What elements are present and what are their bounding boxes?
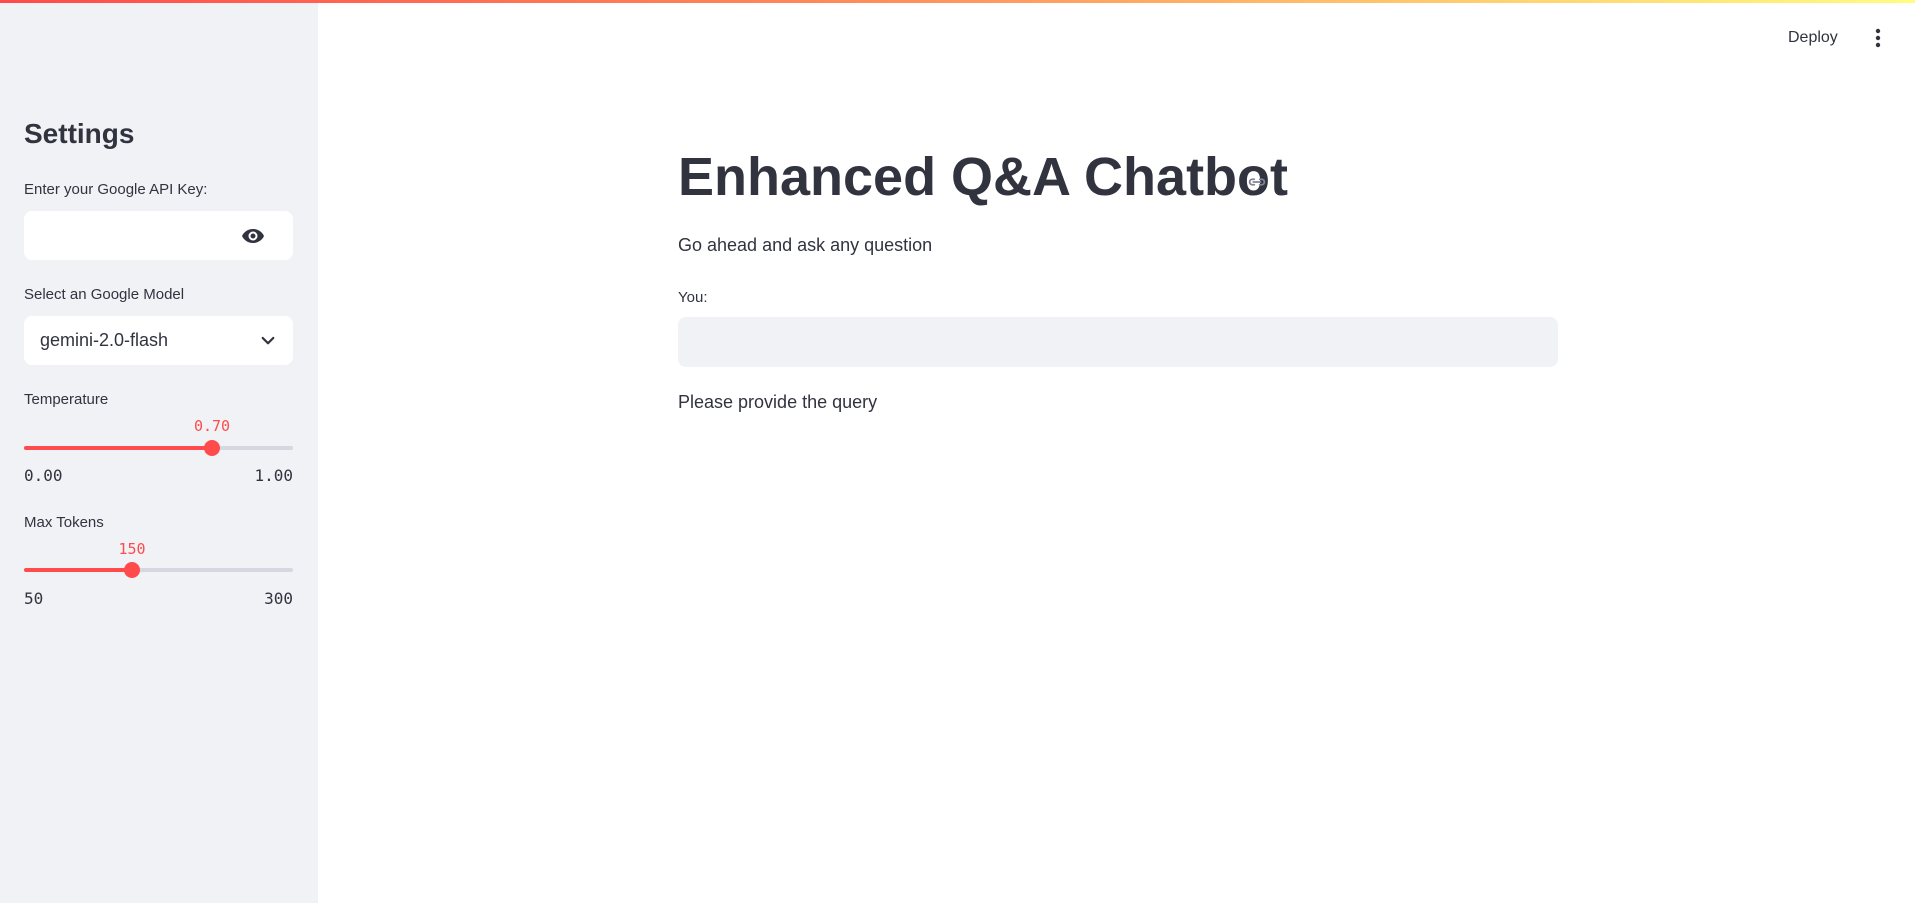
model-select-label: Select an Google Model [24,286,185,303]
eye-icon[interactable] [241,224,265,248]
max-tokens-slider-thumb[interactable] [124,562,140,578]
sidebar: Settings Enter your Google API Key: Sele… [0,0,318,903]
model-select[interactable]: gemini-2.0-flash [24,316,293,365]
temperature-max: 1.00 [254,466,293,485]
max-tokens-max: 300 [264,589,293,608]
api-key-label: Enter your Google API Key: [24,181,208,198]
max-tokens-value: 150 [118,540,146,558]
link-icon[interactable] [1246,171,1268,193]
query-input-label: You: [678,289,708,306]
status-message: Please provide the query [678,392,878,412]
temperature-slider[interactable] [24,438,293,458]
sidebar-title: Settings [24,118,135,149]
temperature-label: Temperature [24,391,109,408]
kebab-menu-icon[interactable] [1870,27,1886,49]
deploy-button[interactable]: Deploy [1784,27,1842,49]
page-title: Enhanced Q&A Chatbot [678,147,1289,207]
model-select-value: gemini-2.0-flash [40,330,169,350]
api-key-field [24,211,293,260]
max-tokens-label: Max Tokens [24,514,104,531]
api-key-input[interactable] [24,211,256,258]
temperature-slider-fill [24,446,212,450]
query-input[interactable] [678,317,1558,367]
temperature-value: 0.70 [193,417,231,435]
subtitle: Go ahead and ask any question [678,235,933,255]
temperature-slider-thumb[interactable] [204,440,220,456]
temperature-min: 0.00 [24,466,63,485]
max-tokens-slider-fill [24,568,132,572]
top-decoration-bar [0,0,1915,3]
chevron-down-icon [261,336,275,345]
max-tokens-slider[interactable] [24,560,293,580]
max-tokens-min: 50 [24,589,44,608]
